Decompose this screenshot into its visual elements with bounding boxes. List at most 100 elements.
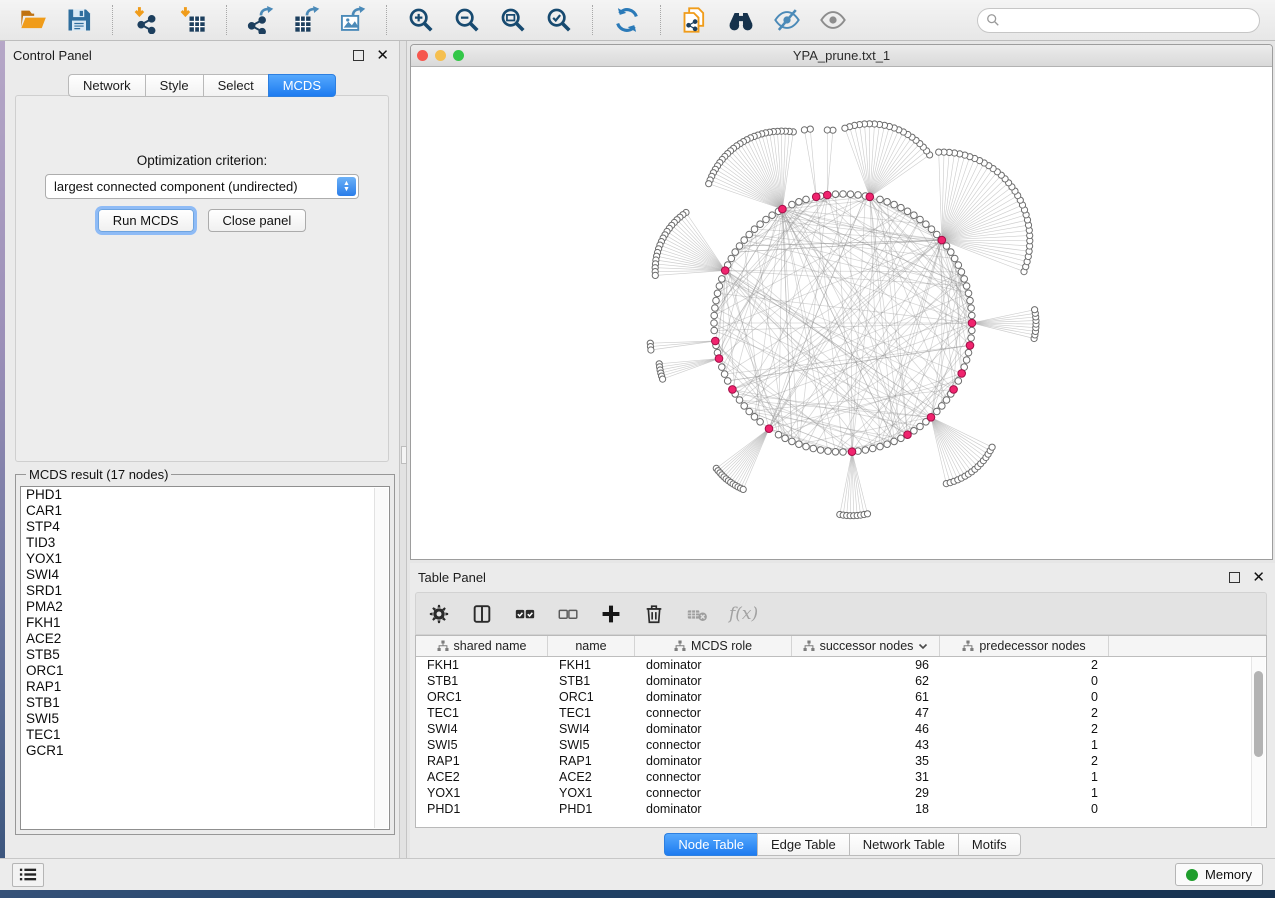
export-network-button[interactable] <box>247 6 275 34</box>
memory-button[interactable]: Memory <box>1175 863 1263 886</box>
function-builder-button[interactable]: f(x) <box>729 603 751 625</box>
column-header-name[interactable]: name <box>548 636 635 656</box>
table-row[interactable]: TEC1TEC1connector472 <box>416 705 1266 721</box>
add-row-button[interactable] <box>600 603 622 625</box>
table-row[interactable]: FKH1FKH1dominator962 <box>416 657 1266 673</box>
import-table-button[interactable] <box>179 6 207 34</box>
export-table-button[interactable] <box>293 6 321 34</box>
table-row[interactable]: ORC1ORC1dominator610 <box>416 689 1266 705</box>
result-list-scrollbar[interactable] <box>374 488 388 828</box>
duplicate-network-button[interactable] <box>681 6 709 34</box>
status-bar: Memory <box>0 858 1275 890</box>
search-network-icon <box>727 6 755 34</box>
mcds-result-item[interactable]: SWI4 <box>21 567 389 583</box>
mcds-result-item[interactable]: ORC1 <box>21 663 389 679</box>
table-cell: 46 <box>792 722 940 736</box>
save-session-icon <box>65 6 93 34</box>
optimization-criterion-label: Optimization criterion: <box>5 153 399 168</box>
window-float-icon[interactable] <box>1229 572 1240 583</box>
table-cell: ACE2 <box>416 770 548 784</box>
network-window-titlebar[interactable]: YPA_prune.txt_1 <box>411 45 1272 67</box>
column-header-shared-name[interactable]: shared name <box>416 636 548 656</box>
zoom-selected-icon <box>545 6 573 34</box>
mcds-result-item[interactable]: TID3 <box>21 535 389 551</box>
table-scrollbar-thumb[interactable] <box>1254 671 1263 757</box>
mcds-result-list[interactable]: PHD1CAR1STP4TID3YOX1SWI4SRD1PMA2FKH1ACE2… <box>20 486 390 830</box>
zoom-out-button[interactable] <box>453 6 481 34</box>
mcds-result-item[interactable]: STP4 <box>21 519 389 535</box>
tab-select[interactable]: Select <box>203 74 268 97</box>
column-header-filler <box>1109 636 1266 656</box>
hide-selected-icon <box>773 6 801 34</box>
criterion-dropdown[interactable]: largest connected component (undirected)… <box>45 174 359 199</box>
window-close-icon[interactable]: ✕ <box>1252 573 1265 582</box>
column-header-successor-nodes[interactable]: successor nodes <box>792 636 940 656</box>
table-row[interactable]: SWI5SWI5connector431 <box>416 737 1266 753</box>
mcds-result-item[interactable]: SWI5 <box>21 711 389 727</box>
zoom-fit-button[interactable] <box>499 6 527 34</box>
mcds-result-item[interactable]: YOX1 <box>21 551 389 567</box>
task-history-button[interactable] <box>12 863 44 887</box>
table-row[interactable]: RAP1RAP1dominator352 <box>416 753 1266 769</box>
close-panel-button[interactable]: Close panel <box>208 209 307 232</box>
refresh-button[interactable] <box>613 6 641 34</box>
mcds-result-item[interactable]: SRD1 <box>21 583 389 599</box>
network-window-title: YPA_prune.txt_1 <box>411 48 1272 63</box>
table-cell: 31 <box>792 770 940 784</box>
tab-style[interactable]: Style <box>145 74 203 97</box>
table-row[interactable]: STB1STB1dominator620 <box>416 673 1266 689</box>
table-cell: dominator <box>635 690 792 704</box>
show-columns-button[interactable] <box>471 603 493 625</box>
column-header-mcds-role[interactable]: MCDS role <box>635 636 792 656</box>
table-row[interactable]: YOX1YOX1connector291 <box>416 785 1266 801</box>
network-canvas[interactable] <box>411 67 1272 559</box>
mcds-result-item[interactable]: RAP1 <box>21 679 389 695</box>
tab-network-table[interactable]: Network Table <box>849 833 958 856</box>
zoom-in-button[interactable] <box>407 6 435 34</box>
search-box[interactable] <box>977 8 1260 33</box>
network-view-window: YPA_prune.txt_1 <box>410 44 1273 560</box>
tab-edge-table[interactable]: Edge Table <box>757 833 849 856</box>
hide-selected-button[interactable] <box>773 6 801 34</box>
duplicate-network-icon <box>681 6 709 34</box>
search-network-button[interactable] <box>727 6 755 34</box>
open-file-button[interactable] <box>19 6 47 34</box>
delete-table-button[interactable] <box>686 603 708 625</box>
zoom-selected-button[interactable] <box>545 6 573 34</box>
tab-network[interactable]: Network <box>68 74 145 97</box>
mcds-result-item[interactable]: FKH1 <box>21 615 389 631</box>
window-float-icon[interactable] <box>353 50 364 61</box>
save-session-button[interactable] <box>65 6 93 34</box>
window-close-icon[interactable]: ✕ <box>376 51 389 60</box>
tab-mcds[interactable]: MCDS <box>268 74 336 97</box>
mcds-result-item[interactable]: TEC1 <box>21 727 389 743</box>
node-table[interactable]: shared namenameMCDS rolesuccessor nodesp… <box>415 635 1267 828</box>
table-row[interactable]: ACE2ACE2connector311 <box>416 769 1266 785</box>
mcds-result-item[interactable]: PHD1 <box>21 487 389 503</box>
export-image-button[interactable] <box>339 6 367 34</box>
panel-splitter[interactable] <box>399 41 407 858</box>
table-options-button[interactable] <box>428 603 450 625</box>
run-mcds-button[interactable]: Run MCDS <box>98 209 194 232</box>
mcds-result-item[interactable]: STB5 <box>21 647 389 663</box>
delete-row-button[interactable] <box>643 603 665 625</box>
table-scrollbar[interactable] <box>1251 657 1265 826</box>
table-row[interactable]: PHD1PHD1dominator180 <box>416 801 1266 817</box>
delete-row-icon <box>643 603 665 625</box>
mcds-result-item[interactable]: ACE2 <box>21 631 389 647</box>
deselect-all-button[interactable] <box>557 603 579 625</box>
mcds-result-item[interactable]: CAR1 <box>21 503 389 519</box>
tab-motifs[interactable]: Motifs <box>958 833 1021 856</box>
show-all-button[interactable] <box>819 6 847 34</box>
mcds-result-item[interactable]: PMA2 <box>21 599 389 615</box>
table-cell: TEC1 <box>416 706 548 720</box>
import-network-button[interactable] <box>133 6 161 34</box>
table-row[interactable]: SWI4SWI4dominator462 <box>416 721 1266 737</box>
search-input[interactable] <box>1005 12 1251 29</box>
tab-node-table[interactable]: Node Table <box>664 833 757 856</box>
column-header-predecessor-nodes[interactable]: predecessor nodes <box>940 636 1109 656</box>
mcds-result-item[interactable]: GCR1 <box>21 743 389 759</box>
mcds-result-item[interactable]: STB1 <box>21 695 389 711</box>
select-all-button[interactable] <box>514 603 536 625</box>
table-cell: STB1 <box>548 674 635 688</box>
